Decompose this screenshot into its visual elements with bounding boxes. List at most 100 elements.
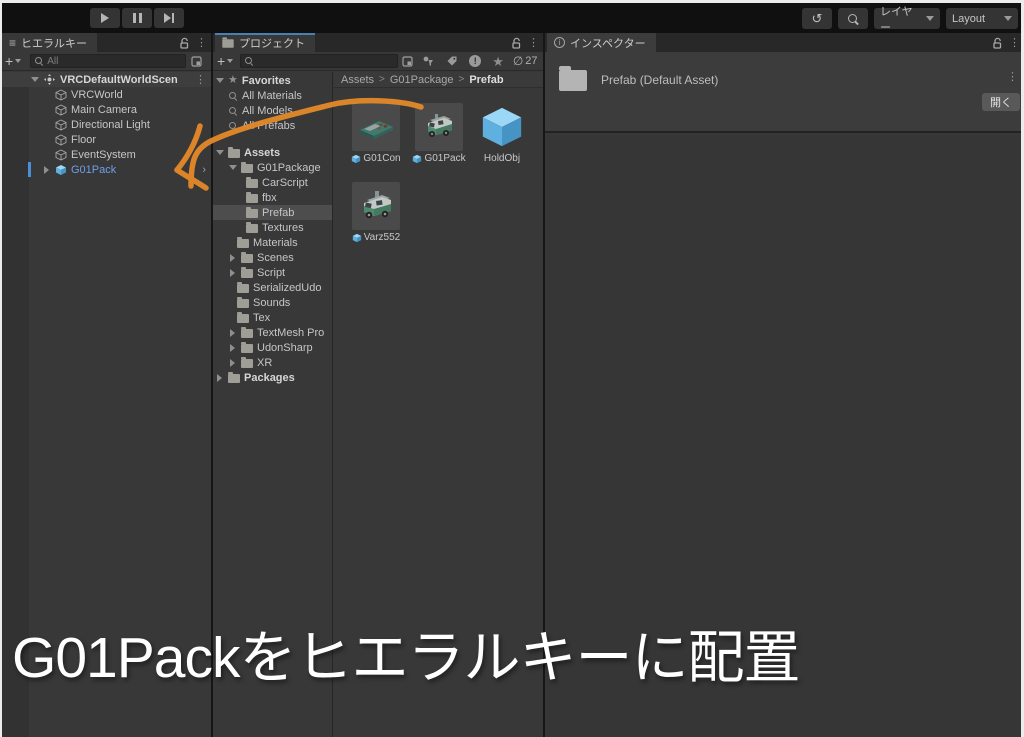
panel-menu-icon[interactable]: ⋮ xyxy=(196,36,207,49)
hierarchy-item-main-camera[interactable]: Main Camera xyxy=(0,102,211,117)
unity-editor-window: ↺ レイヤー Layout ≡ ヒエラルキー ⋮ + All xyxy=(0,0,1024,737)
search-icon xyxy=(244,56,254,66)
folder-icon xyxy=(237,299,249,308)
save-search-star-icon[interactable]: ★ xyxy=(492,55,504,68)
expand-triangle-icon[interactable] xyxy=(228,254,237,262)
lock-icon[interactable] xyxy=(511,37,521,49)
tab-inspector-label: インスペクター xyxy=(570,35,646,51)
hierarchy-item-eventsystem[interactable]: EventSystem xyxy=(0,147,211,162)
step-button[interactable] xyxy=(154,8,184,28)
tree-item-scenes[interactable]: Scenes xyxy=(213,250,332,265)
pick-window-icon[interactable] xyxy=(191,56,202,67)
alert-icon[interactable]: ! xyxy=(469,55,481,67)
layout-dropdown[interactable]: Layout xyxy=(946,8,1018,29)
info-icon: i xyxy=(554,37,565,48)
asset-label: G01Con xyxy=(363,153,400,164)
tree-item-materials[interactable]: Materials xyxy=(213,235,332,250)
pause-button[interactable] xyxy=(122,8,152,28)
gameobject-cube-icon xyxy=(55,119,67,131)
collapse-triangle-icon[interactable] xyxy=(215,78,224,83)
project-search-input[interactable] xyxy=(240,54,398,68)
tab-project[interactable]: プロジェクト xyxy=(215,33,315,52)
tree-item-all-materials[interactable]: All Materials xyxy=(213,88,332,103)
create-object-button[interactable]: + xyxy=(5,54,21,68)
expand-triangle-icon[interactable] xyxy=(228,269,237,277)
chevron-down-icon xyxy=(1004,16,1012,21)
panel-menu-icon[interactable]: ⋮ xyxy=(1009,36,1020,49)
tree-item-assets[interactable]: Assets xyxy=(213,145,332,160)
plus-icon: + xyxy=(217,54,225,68)
layers-dropdown[interactable]: レイヤー xyxy=(874,8,940,29)
create-asset-button[interactable]: + xyxy=(217,54,233,68)
tree-item-script[interactable]: Script xyxy=(213,265,332,280)
tree-item-xr[interactable]: XR xyxy=(213,355,332,370)
tree-item-textmesh-pro[interactable]: TextMesh Pro xyxy=(213,325,332,340)
search-icon xyxy=(228,121,238,131)
hierarchy-search-input[interactable]: All xyxy=(30,54,186,68)
asset-holdobj[interactable]: HoldObj xyxy=(477,103,527,164)
search-by-type-icon[interactable] xyxy=(422,55,434,67)
collapse-triangle-icon[interactable] xyxy=(30,77,39,82)
tree-item-sounds[interactable]: Sounds xyxy=(213,295,332,310)
breadcrumb-root[interactable]: Assets xyxy=(341,74,374,86)
expand-triangle-icon[interactable] xyxy=(228,359,237,367)
hierarchy-item-floor[interactable]: Floor xyxy=(0,132,211,147)
search-by-label-icon[interactable] xyxy=(446,55,458,67)
tree-item-fbx[interactable]: fbx xyxy=(213,190,332,205)
tab-hierarchy[interactable]: ≡ ヒエラルキー xyxy=(2,33,97,52)
open-button[interactable]: 開く xyxy=(982,93,1020,111)
tree-item-all-prefabs[interactable]: All Prefabs xyxy=(213,118,332,133)
asset-thumbnail xyxy=(352,182,400,230)
play-button[interactable] xyxy=(90,8,120,28)
history-button[interactable]: ↺ xyxy=(802,8,832,29)
folder-icon xyxy=(246,224,258,233)
scene-header-row[interactable]: VRCDefaultWorldScen ⋮ xyxy=(0,72,211,87)
project-tabbar: プロジェクト ⋮ xyxy=(213,33,543,52)
asset-g01con[interactable]: G01Con xyxy=(351,103,401,164)
scene-menu-icon[interactable]: ⋮ xyxy=(195,73,211,86)
lock-icon[interactable] xyxy=(179,37,189,49)
expand-triangle-icon[interactable] xyxy=(42,166,51,174)
breadcrumb-leaf[interactable]: Prefab xyxy=(469,74,503,86)
tree-item-prefab[interactable]: Prefab xyxy=(213,205,332,220)
panel-menu-icon[interactable]: ⋮ xyxy=(528,36,539,49)
collapse-triangle-icon[interactable] xyxy=(228,165,237,170)
collapse-triangle-icon[interactable] xyxy=(215,150,224,155)
tree-item-serializedudo[interactable]: SerializedUdo xyxy=(213,280,332,295)
tree-item-carscript[interactable]: CarScript xyxy=(213,175,332,190)
project-toolbar: + ! ★ ∅ 27 xyxy=(213,52,543,71)
tree-item-favorites[interactable]: ★Favorites xyxy=(213,73,332,88)
tab-inspector[interactable]: i インスペクター xyxy=(547,33,656,52)
expand-triangle-icon[interactable] xyxy=(228,344,237,352)
hierarchy-item-g01pack[interactable]: G01Pack › xyxy=(0,162,211,177)
pick-window-icon[interactable] xyxy=(402,56,413,67)
tree-item-textures[interactable]: Textures xyxy=(213,220,332,235)
hidden-count: 27 xyxy=(525,55,537,67)
search-icon xyxy=(34,56,44,66)
expand-triangle-icon[interactable] xyxy=(215,374,224,382)
hierarchy-item-directional-light[interactable]: Directional Light xyxy=(0,117,211,132)
folder-icon xyxy=(241,329,253,338)
van-model-preview xyxy=(355,185,397,227)
inspector-menu-icon[interactable]: ⋮ xyxy=(1007,70,1018,83)
tree-item-udonsharp[interactable]: UdonSharp xyxy=(213,340,332,355)
chevron-right-icon[interactable]: › xyxy=(202,164,211,176)
lock-icon[interactable] xyxy=(992,37,1002,49)
tree-item-packages[interactable]: Packages xyxy=(213,370,332,385)
asset-g01pack[interactable]: G01Pack xyxy=(414,103,464,164)
search-icon xyxy=(847,13,859,25)
step-icon xyxy=(164,13,174,23)
expand-triangle-icon[interactable] xyxy=(228,329,237,337)
hidden-count-toggle[interactable]: ∅ 27 xyxy=(513,54,538,68)
breadcrumb-mid[interactable]: G01Package xyxy=(390,74,454,86)
hierarchy-item-vrcworld[interactable]: VRCWorld xyxy=(0,87,211,102)
tree-item-all-models[interactable]: All Models xyxy=(213,103,332,118)
selection-bar xyxy=(28,162,31,177)
tree-item-tex[interactable]: Tex xyxy=(213,310,332,325)
hierarchy-icon: ≡ xyxy=(9,37,16,49)
search-button[interactable] xyxy=(838,8,868,29)
asset-thumbnail xyxy=(415,103,463,151)
tree-item-g01package[interactable]: G01Package xyxy=(213,160,332,175)
asset-varz552[interactable]: Varz552 xyxy=(351,182,401,243)
inspector-header: Prefab (Default Asset) ⋮ 開く xyxy=(545,52,1024,133)
